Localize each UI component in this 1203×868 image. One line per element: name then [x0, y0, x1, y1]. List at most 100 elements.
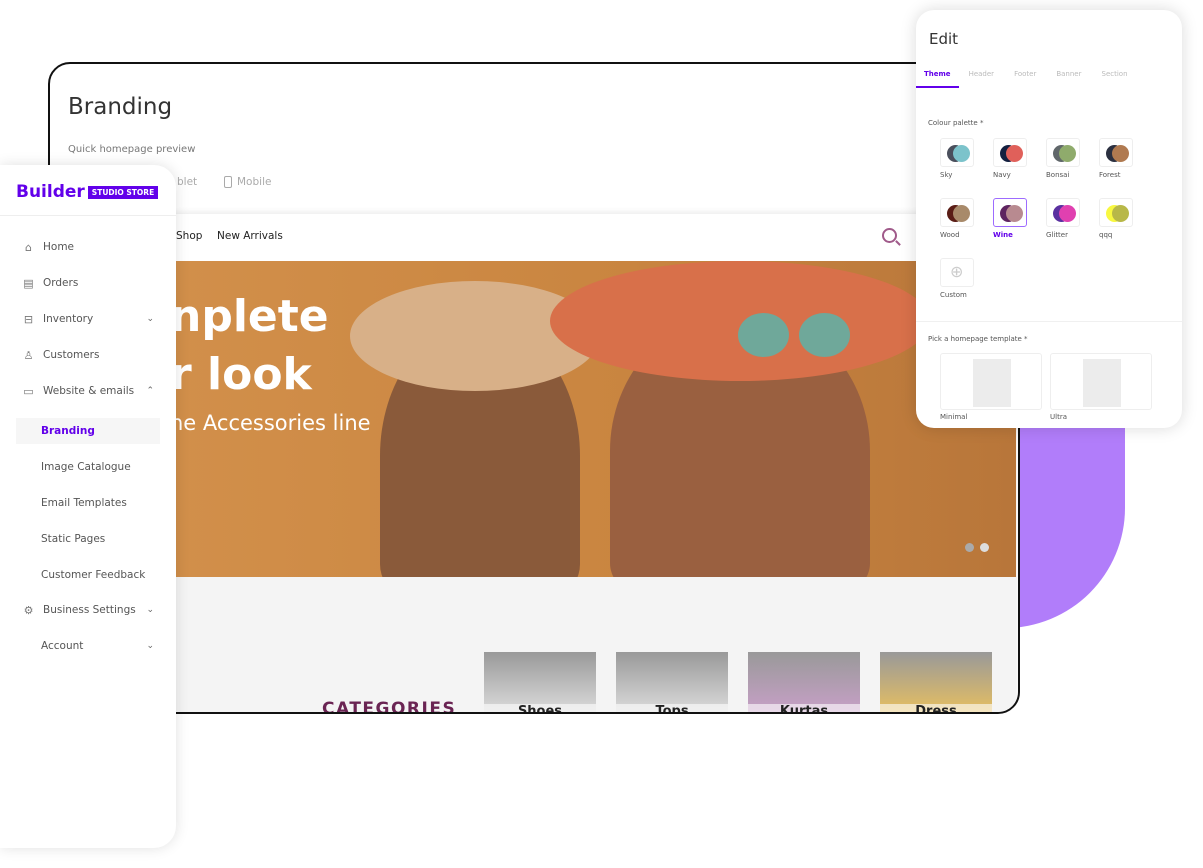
chevron-down-icon: ⌄ [146, 314, 154, 324]
sidebar-item-customers[interactable]: ♙ Customers [22, 342, 160, 368]
hero-banner: nplete r look he Accessories line [50, 261, 1016, 577]
label: Inventory [43, 313, 94, 325]
user-icon: ♙ [23, 348, 34, 362]
color-swatch [1112, 205, 1129, 222]
categories-title: CATEGORIES [322, 699, 457, 714]
template-thumbnail [1083, 359, 1121, 407]
tab-mobile[interactable]: Mobile [224, 176, 271, 188]
gear-icon: ⚙ [23, 603, 34, 617]
palette-label: Wine [993, 231, 1013, 239]
hero-headline-2: r look [170, 349, 312, 400]
palette-label: qqq [1099, 231, 1113, 239]
template-label: Pick a homepage template * [928, 335, 1028, 343]
edit-panel: Edit Theme Header Footer Banner Section … [916, 10, 1182, 428]
inventory-icon: ⊟ [23, 312, 34, 326]
page-subtitle: Quick homepage preview [68, 144, 196, 155]
category-card[interactable]: Tops [616, 652, 728, 712]
chevron-down-icon: ⌄ [146, 605, 154, 615]
palette-label: Navy [993, 171, 1011, 179]
category-card[interactable]: Dress [880, 652, 992, 712]
palette-wood[interactable] [940, 198, 974, 227]
homepage-preview: Shop New Arrivals nplete r look he Acces… [50, 214, 1016, 714]
color-swatch [953, 205, 970, 222]
palette-label: Bonsai [1046, 171, 1070, 179]
hero-tagline: he Accessories line [170, 411, 371, 435]
palette-label: Sky [940, 171, 953, 179]
monitor-icon: ▭ [23, 384, 34, 398]
category-card[interactable]: Kurtas [748, 652, 860, 712]
label: Customer Feedback [41, 569, 146, 581]
store-nav: Shop New Arrivals [50, 214, 1016, 261]
palette-label: Wood [940, 231, 960, 239]
chevron-down-icon: ⌄ [146, 641, 154, 651]
search-icon[interactable] [882, 228, 897, 243]
divider [916, 321, 1182, 322]
sidebar-item-inventory[interactable]: ⊟ Inventory ⌄ [22, 306, 160, 332]
sidebar-item-branding[interactable]: Branding [16, 418, 160, 444]
custom-palette-button[interactable]: ⊕ [940, 258, 974, 287]
category-label: Tops [616, 704, 728, 712]
label: Business Settings [43, 604, 136, 616]
sidebar-item-website-emails[interactable]: ▭ Website & emails ⌃ [22, 378, 160, 404]
template-minimal[interactable] [940, 353, 1042, 410]
template-label-ultra: Ultra [1050, 413, 1067, 421]
orders-icon: ▤ [23, 276, 34, 290]
color-swatch [1006, 205, 1023, 222]
palette-label: Glitter [1046, 231, 1068, 239]
logo: Builder STUDIO STORE [16, 182, 159, 202]
sidebar-item-email-templates[interactable]: Email Templates [16, 490, 160, 516]
label: Account [41, 640, 84, 652]
color-swatch [1006, 145, 1023, 162]
template-label-minimal: Minimal [940, 413, 968, 421]
label: Static Pages [41, 533, 106, 545]
sidebar-item-image-catalogue[interactable]: Image Catalogue [16, 454, 160, 480]
tab-header[interactable]: Header [959, 70, 1005, 88]
tab-footer[interactable]: Footer [1004, 70, 1046, 88]
divider [0, 215, 176, 216]
tab-label: Mobile [237, 176, 272, 188]
tab-theme[interactable]: Theme [916, 70, 959, 88]
category-label: Dress [880, 704, 992, 712]
label: Orders [43, 277, 79, 289]
template-ultra[interactable] [1050, 353, 1152, 410]
carousel-dots[interactable] [965, 543, 989, 552]
nav-new-arrivals[interactable]: New Arrivals [217, 230, 283, 242]
sidebar-item-business-settings[interactable]: ⚙ Business Settings ⌄ [22, 597, 160, 623]
palette-qqq[interactable] [1099, 198, 1133, 227]
color-swatch [953, 145, 970, 162]
tab-banner[interactable]: Banner [1046, 70, 1091, 88]
category-card[interactable]: Shoes [484, 652, 596, 712]
sidebar: Builder STUDIO STORE ⌂ Home ▤ Orders ⊟ Inven… [0, 165, 176, 848]
label: Website & emails [43, 385, 135, 397]
mobile-icon [224, 176, 232, 188]
palette-sky[interactable] [940, 138, 974, 167]
tab-section[interactable]: Section [1092, 70, 1138, 88]
label: Home [43, 241, 75, 253]
sidebar-item-static-pages[interactable]: Static Pages [16, 526, 160, 552]
chevron-up-icon: ⌃ [146, 386, 154, 396]
edit-title: Edit [929, 30, 959, 48]
palette-bonsai[interactable] [1046, 138, 1080, 167]
label: Image Catalogue [41, 461, 131, 473]
label: Branding [41, 425, 95, 437]
tab-label: blet [177, 176, 198, 188]
palette-label: Forest [1099, 171, 1121, 179]
palette-navy[interactable] [993, 138, 1027, 167]
branding-window: Branding Quick homepage preview blet Mob… [48, 62, 1020, 714]
sidebar-item-orders[interactable]: ▤ Orders [22, 270, 160, 296]
palette-glitter[interactable] [1046, 198, 1080, 227]
page-title: Branding [68, 94, 173, 120]
palette-wine[interactable] [993, 198, 1027, 227]
palette-forest[interactable] [1099, 138, 1133, 167]
hero-headline-1: nplete [170, 291, 329, 342]
plus-icon: ⊕ [950, 262, 964, 281]
sidebar-item-home[interactable]: ⌂ Home [22, 234, 160, 260]
category-label: Kurtas [748, 704, 860, 712]
sidebar-item-customer-feedback[interactable]: Customer Feedback [16, 562, 160, 588]
tab-tablet[interactable]: blet [177, 176, 197, 188]
edit-tabs: Theme Header Footer Banner Section [916, 70, 1138, 88]
nav-shop[interactable]: Shop [176, 230, 202, 242]
sidebar-item-account[interactable]: Account ⌄ [16, 633, 160, 659]
label: Email Templates [41, 497, 127, 509]
label: Customers [43, 349, 100, 361]
